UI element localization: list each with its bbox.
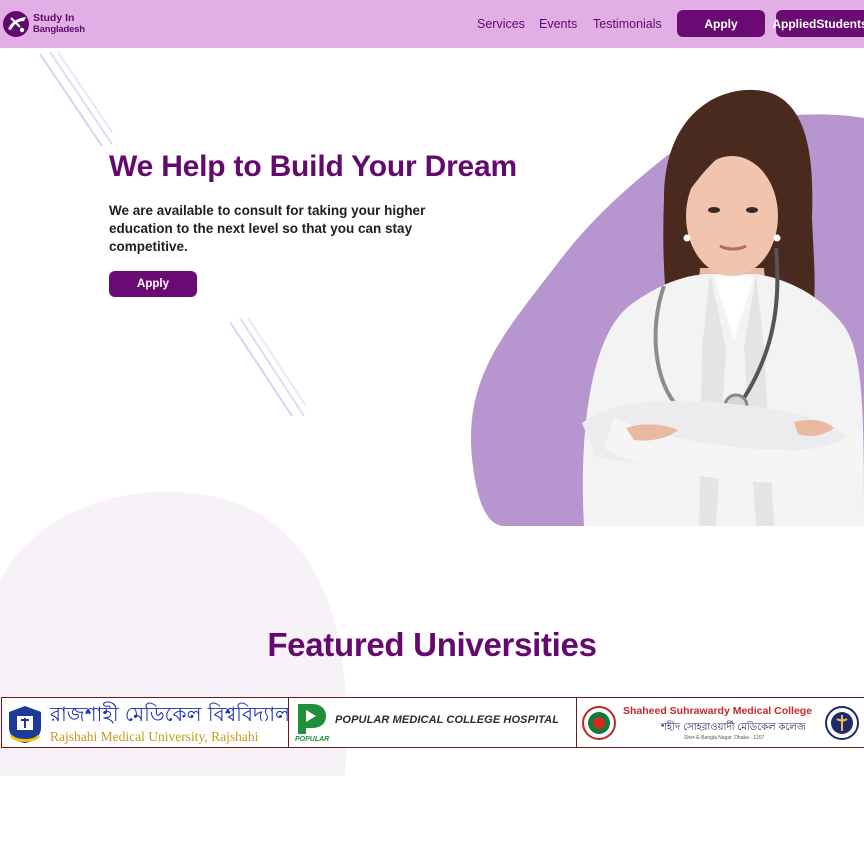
university-card-rmu[interactable]: রাজশাহী মেডিকেল বিশ্ববিদ্যালয়, রাজশাহী …: [1, 697, 289, 748]
doctor-coat: [582, 274, 864, 526]
popular-p-icon: [296, 704, 326, 734]
university-strip: রাজশাহী মেডিকেল বিশ্ববিদ্যালয়, রাজশাহী …: [1, 697, 864, 748]
brand-logo[interactable]: Study In Bangladesh: [2, 8, 85, 40]
featured-universities-title: Featured Universities: [267, 626, 597, 663]
ssmc-address: Sher-E-Bangla Nagar, Dhaka - 1207: [684, 735, 765, 741]
hero-title: We Help to Build Your Dream: [109, 150, 517, 183]
diagonal-lines-decoration: [39, 51, 113, 147]
brand-line-1: Study In: [33, 12, 75, 24]
nav-link-testimonials[interactable]: Testimonials: [593, 17, 662, 31]
nav-link-services[interactable]: Services: [477, 17, 525, 31]
rmu-name-english: Rajshahi Medical University, Rajshahi: [50, 729, 259, 744]
university-card-popular[interactable]: POPULAR POPULAR MEDICAL COLLEGE HOSPITAL: [289, 697, 577, 748]
university-card-ssmc[interactable]: Shaheed Suhrawardy Medical College শহীদ …: [577, 697, 864, 748]
logo-mark-icon: [3, 11, 29, 37]
applied-students-button[interactable]: AppliedStudents: [772, 10, 864, 37]
ssmc-name-english: Shaheed Suhrawardy Medical College: [623, 705, 813, 717]
navbar: Study In Bangladesh Services Events Test…: [0, 0, 864, 48]
nav-apply-button[interactable]: Apply: [677, 10, 765, 37]
bangladesh-seal-icon: [582, 706, 616, 740]
popular-name: POPULAR MEDICAL COLLEGE HOSPITAL: [335, 714, 560, 726]
ssmc-emblem-icon: [825, 706, 859, 740]
brand-line-2: Bangladesh: [33, 24, 85, 35]
nav-link-events[interactable]: Events: [539, 17, 577, 31]
hero-apply-button[interactable]: Apply: [109, 271, 197, 297]
hero-subtitle: We are available to consult for taking y…: [109, 203, 426, 254]
rmu-emblem-icon: [9, 706, 41, 743]
rmu-name-bengali: রাজশাহী মেডিকেল বিশ্ববিদ্যালয়, রাজশাহী: [50, 702, 289, 726]
diagonal-lines-decoration-2: [229, 317, 307, 417]
popular-logo-caption: POPULAR: [295, 736, 330, 743]
hero-image: [471, 89, 864, 526]
